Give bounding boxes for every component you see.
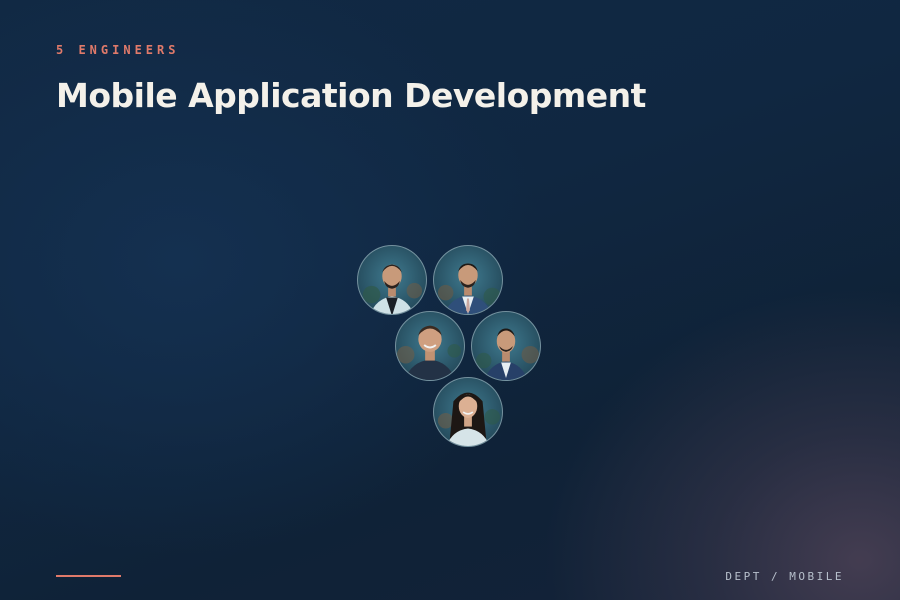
team-member-avatar-4[interactable] xyxy=(471,311,541,381)
footer-department-tag: DEPT / MOBILE xyxy=(725,570,844,583)
eyebrow-count: 5 ENGINEERS xyxy=(56,43,180,57)
accent-divider xyxy=(56,575,121,577)
page-title: Mobile Application Development xyxy=(56,76,646,115)
team-member-avatar-3[interactable] xyxy=(395,311,465,381)
team-member-avatar-1[interactable] xyxy=(357,245,427,315)
team-member-avatar-5[interactable] xyxy=(433,377,503,447)
team-member-avatar-2[interactable] xyxy=(433,245,503,315)
